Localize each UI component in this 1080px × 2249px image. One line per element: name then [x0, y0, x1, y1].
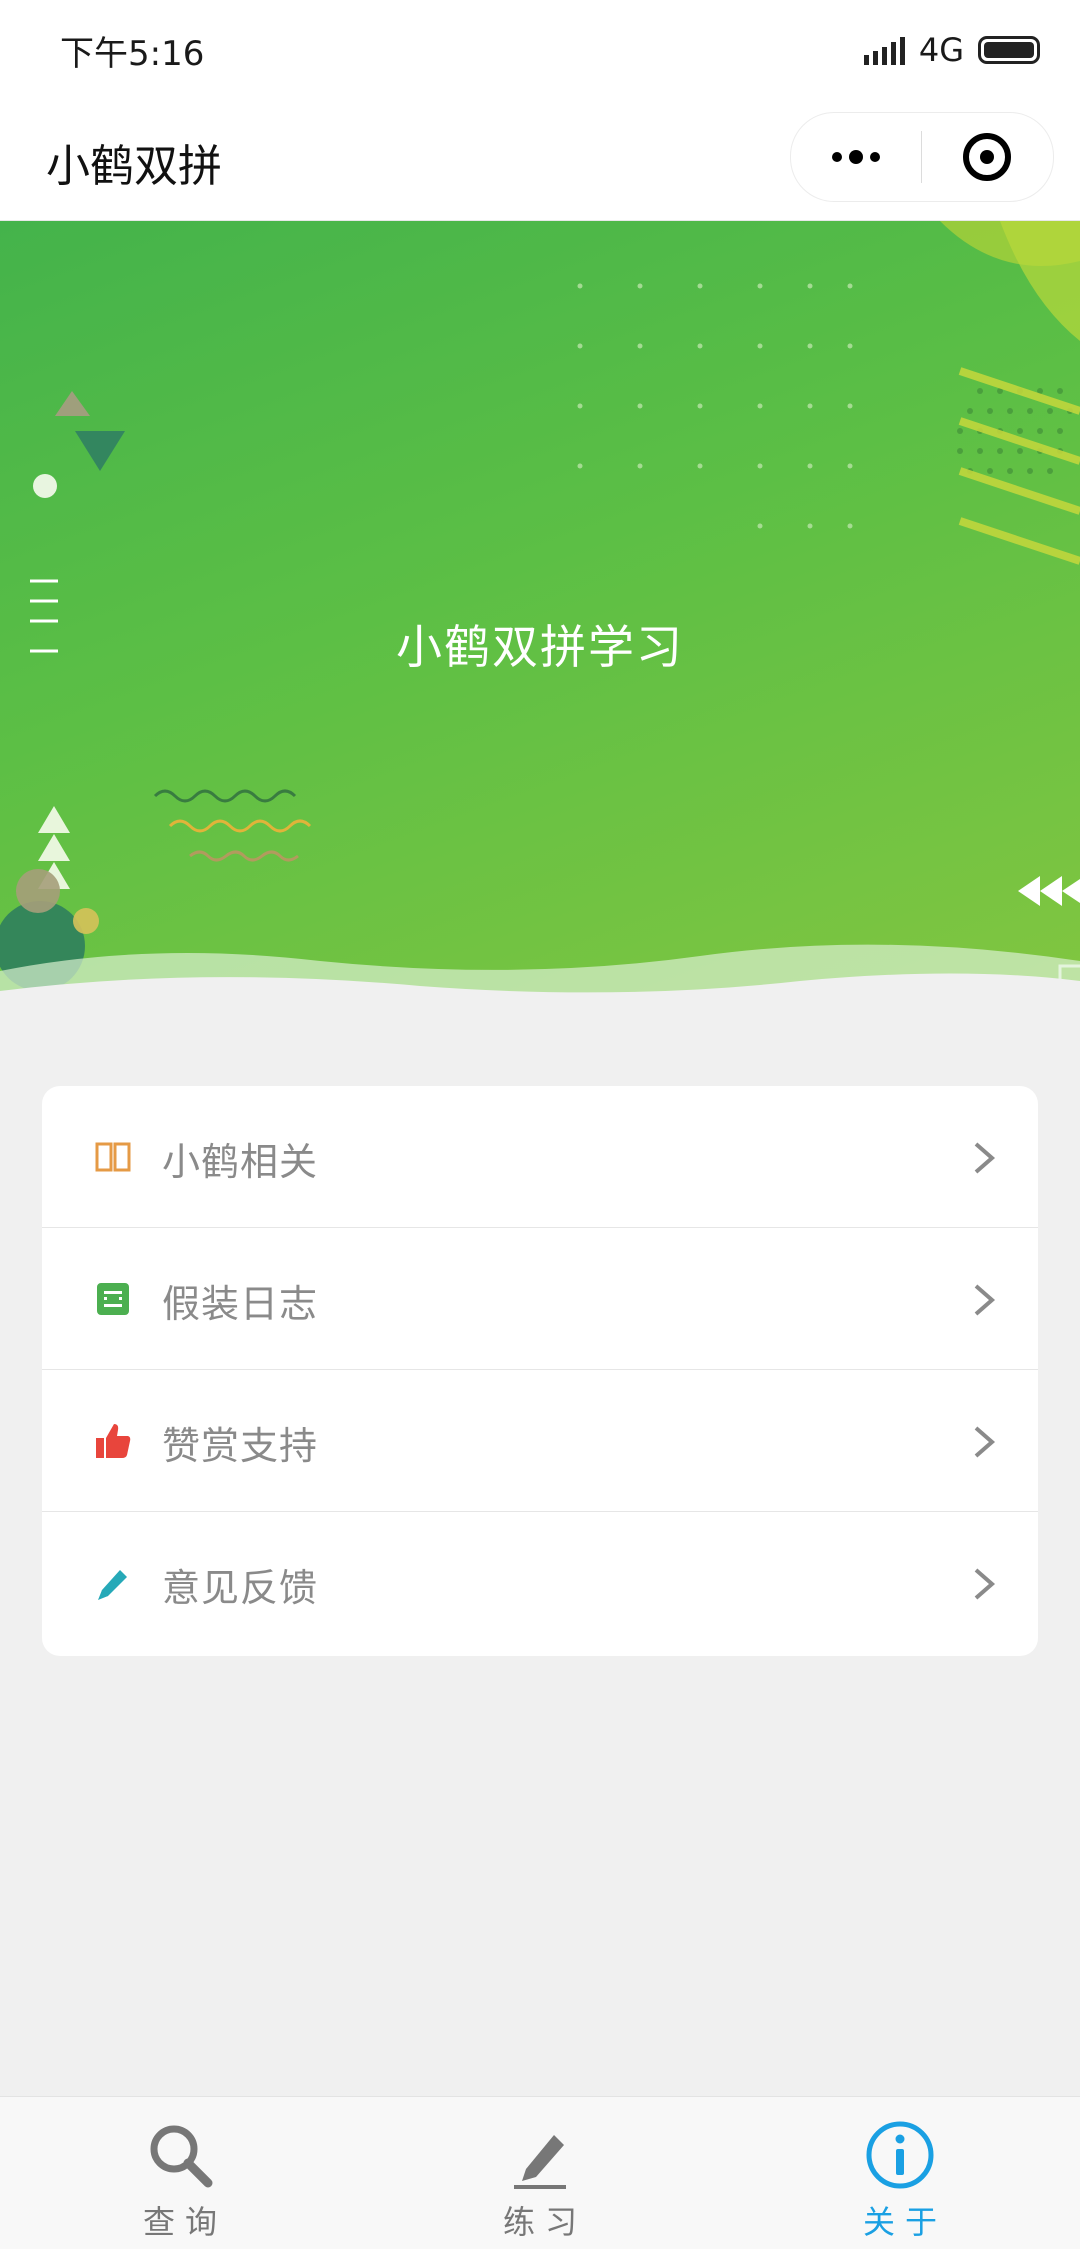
banner: 小鹤双拼学习 — [0, 221, 1080, 1011]
more-button[interactable] — [791, 113, 921, 201]
target-icon — [963, 133, 1011, 181]
tab-bar: 查询 练习 关于 — [0, 2096, 1080, 2249]
chevron-right-icon — [974, 1142, 996, 1174]
thumb-up-icon — [96, 1424, 131, 1458]
tab-about[interactable]: 关于 — [720, 2097, 1080, 2249]
status-time: 下午5:16 — [60, 33, 205, 74]
info-icon — [866, 2121, 934, 2189]
page-title: 小鹤双拼 — [46, 141, 222, 192]
pencil-icon — [98, 1570, 127, 1600]
menu-item-feedback[interactable]: 意见反馈 — [42, 1512, 1038, 1654]
tab-search[interactable]: 查询 — [0, 2097, 360, 2249]
tab-label: 练习 — [502, 2203, 587, 2241]
search-icon — [150, 2125, 213, 2188]
more-dots-icon — [832, 150, 880, 164]
menu-label: 小鹤相关 — [162, 1140, 319, 1184]
title-bar: 小鹤双拼 — [0, 100, 1080, 221]
battery-icon — [978, 36, 1040, 64]
chevron-right-icon — [974, 1426, 996, 1458]
note-icon — [97, 1283, 129, 1315]
status-bar: 下午5:16 4G — [0, 0, 1080, 100]
chevron-right-icon — [974, 1284, 996, 1316]
banner-title: 小鹤双拼学习 — [396, 620, 684, 674]
menu-label: 假装日志 — [162, 1282, 319, 1326]
chevron-right-icon — [974, 1568, 996, 1600]
tab-practice[interactable]: 练习 — [360, 2097, 720, 2249]
menu-item-donate[interactable]: 赞赏支持 — [42, 1370, 1038, 1512]
pencil-icon — [514, 2135, 566, 2189]
mini-program-capsule — [790, 112, 1054, 202]
menu-item-xiaohe-related[interactable]: 小鹤相关 — [42, 1086, 1038, 1228]
close-button[interactable] — [922, 113, 1052, 201]
signal-icon — [863, 35, 905, 65]
menu-label: 意见反馈 — [162, 1566, 319, 1610]
network-label: 4G — [918, 31, 964, 69]
tab-label: 关于 — [862, 2203, 947, 2241]
status-indicators: 4G — [863, 31, 1040, 69]
tab-label: 查询 — [142, 2203, 227, 2241]
menu-item-fake-log[interactable]: 假装日志 — [42, 1228, 1038, 1370]
book-icon — [95, 1142, 131, 1172]
menu-card: 小鹤相关 假装日志 赞赏支持 意见反馈 — [42, 1086, 1038, 1656]
menu-label: 赞赏支持 — [162, 1424, 319, 1468]
